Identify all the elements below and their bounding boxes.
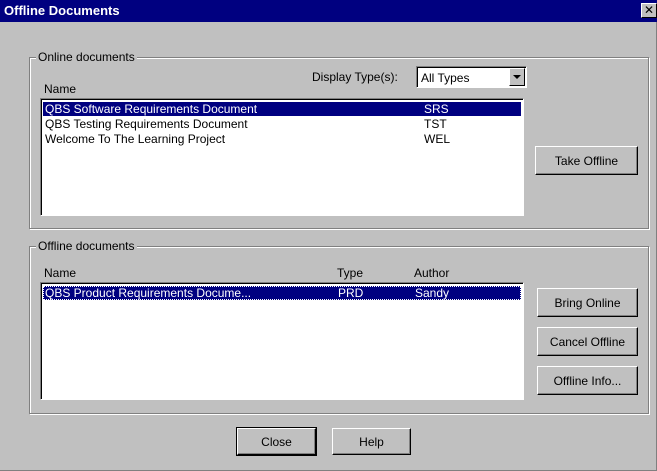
online-row-1[interactable]: QBS Software Requirements Document SRS bbox=[43, 102, 521, 116]
display-type-value: All Types bbox=[421, 71, 470, 85]
help-button[interactable]: Help bbox=[332, 428, 411, 455]
bring-online-label: Bring Online bbox=[554, 295, 621, 310]
offline-documents-dialog: Offline Documents ✕ Online documents Nam… bbox=[0, 0, 657, 471]
window-title: Offline Documents bbox=[4, 3, 120, 18]
close-button[interactable]: Close bbox=[236, 427, 317, 456]
display-type-label: Display Type(s): bbox=[312, 70, 398, 84]
online-row-type: SRS bbox=[424, 102, 449, 116]
offline-name-header: Name bbox=[44, 266, 77, 280]
display-type-select[interactable]: All Types bbox=[416, 66, 527, 88]
take-offline-label: Take Offline bbox=[554, 153, 619, 168]
help-button-label: Help bbox=[359, 434, 384, 449]
online-documents-list[interactable]: QBS Software Requirements Document SRS Q… bbox=[40, 98, 524, 216]
cancel-offline-button[interactable]: Cancel Offline bbox=[537, 327, 638, 356]
offline-row-name: QBS Product Requirements Docume... bbox=[45, 286, 252, 300]
online-row-3[interactable]: Welcome To The Learning Project WEL bbox=[43, 132, 521, 146]
offline-documents-label: Offline documents bbox=[36, 239, 137, 253]
take-offline-button[interactable]: Take Offline bbox=[535, 146, 638, 175]
online-row-type: TST bbox=[424, 117, 447, 131]
offline-row-author: Sandy bbox=[415, 286, 450, 300]
offline-info-button[interactable]: Offline Info... bbox=[537, 366, 638, 395]
offline-documents-list[interactable]: QBS Product Requirements Docume... PRD S… bbox=[40, 282, 524, 400]
chevron-down-icon[interactable] bbox=[509, 68, 525, 86]
online-row-name: QBS Software Requirements Document bbox=[45, 102, 258, 116]
offline-info-label: Offline Info... bbox=[553, 373, 622, 388]
offline-type-header: Type bbox=[337, 266, 364, 280]
cancel-offline-label: Cancel Offline bbox=[549, 334, 626, 349]
offline-row-type: PRD bbox=[338, 286, 364, 300]
online-row-name: QBS Testing Requirements Document bbox=[45, 117, 248, 131]
online-row-type: WEL bbox=[424, 132, 451, 146]
bring-online-button[interactable]: Bring Online bbox=[537, 288, 638, 317]
title-bar[interactable]: Offline Documents ✕ bbox=[0, 0, 657, 22]
offline-row-1[interactable]: QBS Product Requirements Docume... PRD S… bbox=[43, 286, 521, 300]
online-documents-label: Online documents bbox=[36, 50, 137, 64]
offline-author-header: Author bbox=[414, 266, 450, 280]
close-icon[interactable]: ✕ bbox=[641, 3, 657, 18]
online-row-2[interactable]: QBS Testing Requirements Document TST bbox=[43, 117, 521, 131]
online-row-name: Welcome To The Learning Project bbox=[45, 132, 226, 146]
online-name-header: Name bbox=[44, 82, 77, 96]
close-button-label: Close bbox=[261, 434, 292, 449]
